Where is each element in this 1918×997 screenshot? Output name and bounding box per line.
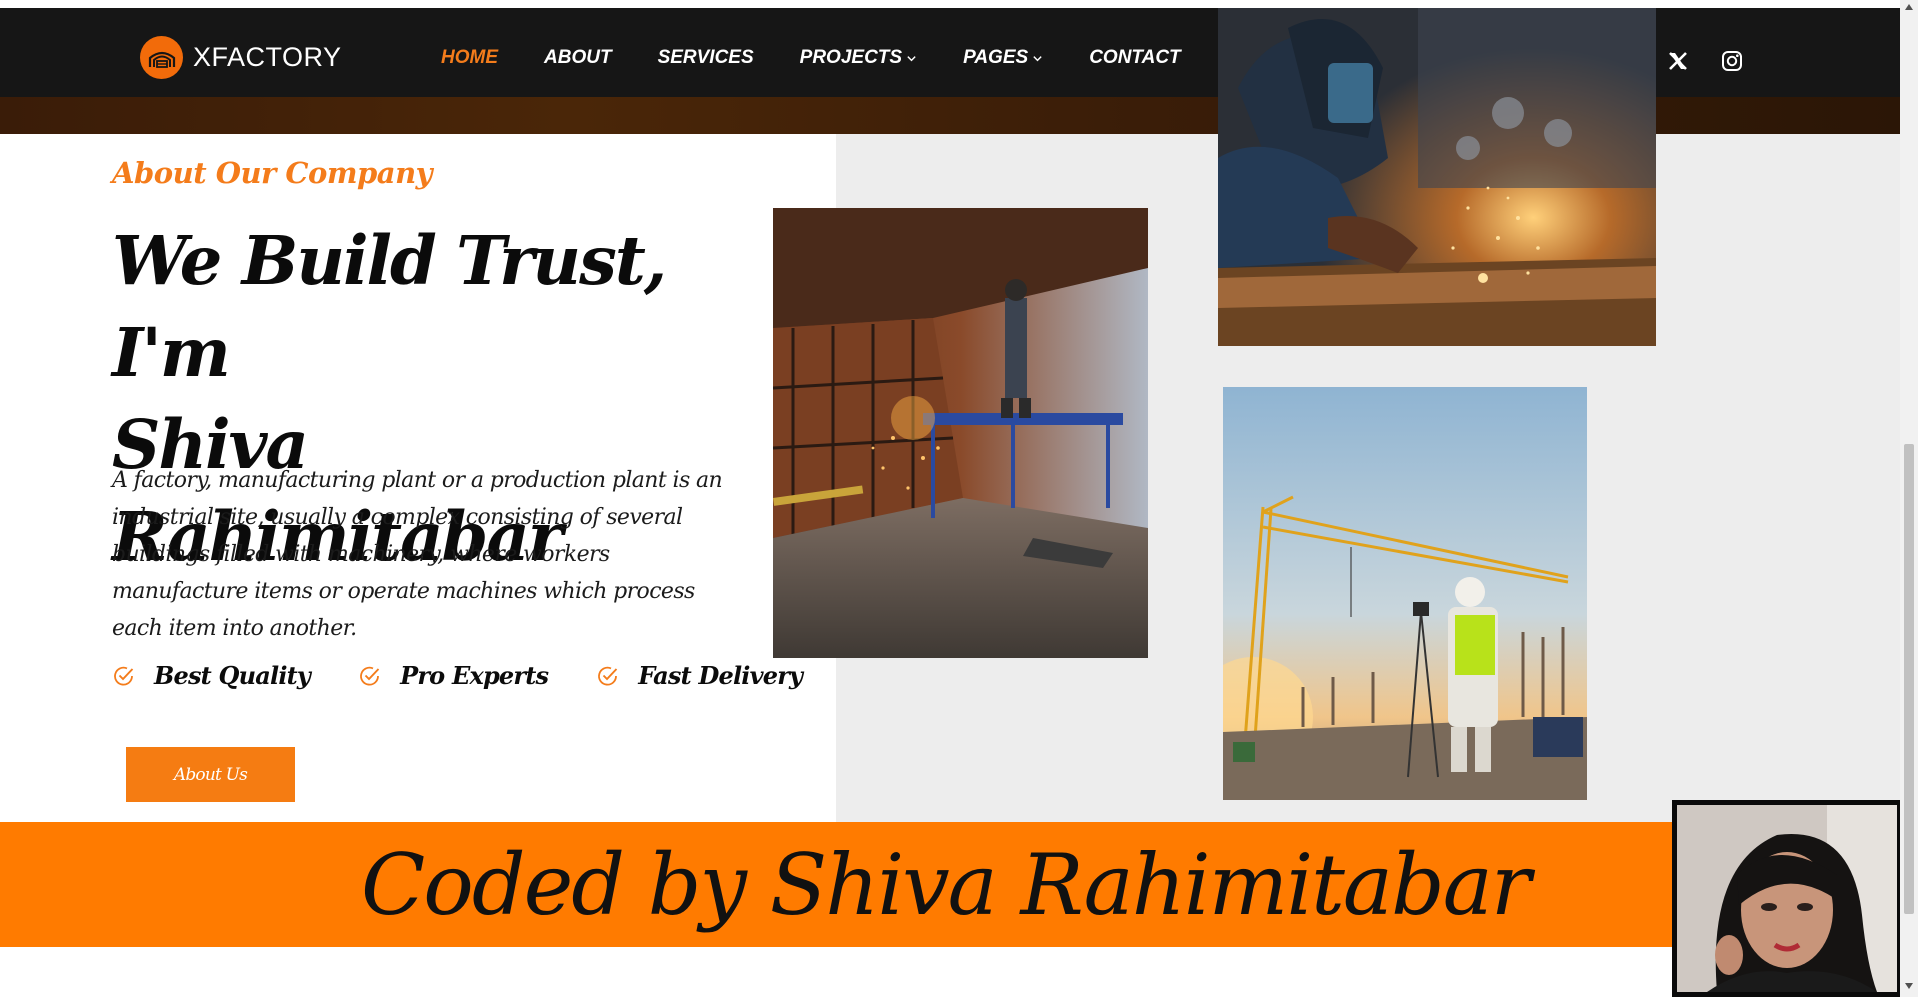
check-circle-icon (360, 666, 380, 686)
nav-item-about[interactable]: ABOUT (544, 47, 612, 69)
logo[interactable]: XFACTORY (140, 36, 342, 79)
nav-menu: HOME ABOUT SERVICES PROJECTS PAGES CONTA… (441, 47, 1181, 69)
banner-text: Coded by Shiva Rahimitabar (360, 835, 1531, 934)
scrollbar-thumb[interactable] (1904, 444, 1914, 914)
about-us-button[interactable]: About Us (126, 747, 295, 802)
welder-photo (1218, 8, 1656, 346)
feature-label: Pro Experts (400, 661, 549, 690)
nav-item-services[interactable]: SERVICES (658, 47, 754, 69)
x-icon[interactable] (1664, 47, 1692, 75)
nav-item-label: SERVICES (657, 47, 754, 68)
instagram-icon[interactable] (1718, 47, 1746, 75)
chevron-down-icon (1033, 55, 1042, 61)
nav-item-label: ABOUT (544, 47, 612, 68)
nav-item-contact[interactable]: CONTACT (1089, 47, 1180, 69)
page-top-strip (0, 0, 1900, 8)
nav-item-projects[interactable]: PROJECTS (800, 47, 917, 69)
banner-text-wrap: Coded by Shiva Rahimitabar (0, 822, 1900, 947)
chevron-down-icon (907, 55, 916, 61)
nav-item-label: PAGES (963, 47, 1029, 68)
feature-item: Fast Delivery (596, 661, 803, 690)
nav-item-pages[interactable]: PAGES (963, 47, 1043, 69)
feature-label: Fast Delivery (638, 661, 803, 690)
feature-item: Best Quality (112, 661, 311, 690)
construction-site-photo (1223, 387, 1587, 800)
nav-item-label: HOME (441, 47, 498, 68)
feature-label: Best Quality (154, 661, 311, 690)
brand-name: XFACTORY (193, 42, 342, 72)
check-circle-icon (114, 666, 134, 686)
page-scrollbar[interactable] (1900, 0, 1918, 997)
feature-list: Best Quality Pro Experts Fast Delivery (112, 661, 803, 690)
factory-interior-photo (773, 208, 1148, 658)
section-description: A factory, manufacturing plant or a prod… (112, 468, 723, 641)
feature-item: Pro Experts (358, 661, 549, 690)
webcam-overlay (1672, 800, 1902, 997)
credit-banner: Coded by Shiva Rahimitabar (0, 822, 1900, 947)
section-kicker: About Our Company (112, 156, 433, 190)
nav-item-label: PROJECTS (799, 47, 903, 68)
factory-logo-icon (140, 36, 183, 79)
nav-item-home[interactable]: HOME (441, 47, 498, 69)
headline-line: We Build Trust, I'm (112, 221, 667, 392)
scroll-down-arrow-icon[interactable] (1905, 983, 1913, 989)
nav-item-label: CONTACT (1089, 47, 1181, 68)
check-circle-icon (598, 666, 618, 686)
scroll-up-arrow-icon[interactable] (1905, 4, 1913, 10)
